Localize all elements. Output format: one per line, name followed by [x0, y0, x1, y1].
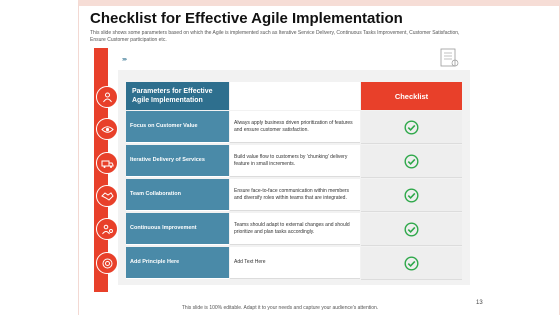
check-cell	[361, 145, 462, 178]
parameter-cell: Iterative Delivery of Services	[126, 145, 229, 177]
page-number: 13	[476, 300, 483, 306]
table-row: Iterative Delivery of Services Build val…	[126, 145, 462, 178]
parameter-cell: Add Principle Here	[126, 247, 229, 279]
description-cell: Always apply business driven prioritizat…	[230, 111, 360, 143]
checklist-document-icon	[440, 48, 459, 67]
description-cell: Add Text Here	[230, 247, 360, 279]
description-cell: Teams should adapt to external changes a…	[230, 213, 360, 245]
chevron-icon: ››››	[122, 57, 127, 63]
header-checklist: Checklist	[361, 82, 462, 110]
team-icon	[96, 86, 118, 108]
check-cell	[361, 247, 462, 280]
slide-title: Checklist for Effective Agile Implementa…	[90, 10, 403, 27]
check-circle-icon	[404, 187, 419, 203]
description-cell: Ensure face-to-face communication within…	[230, 179, 360, 211]
slide: Checklist for Effective Agile Implementa…	[0, 0, 560, 315]
table-row: Team Collaboration Ensure face-to-face c…	[126, 179, 462, 212]
parameter-cell: Continuous Improvement	[126, 213, 229, 245]
header-parameters: Parameters for Effective Agile Implement…	[126, 82, 229, 110]
handshake-icon	[96, 185, 118, 207]
parameter-cell: Team Collaboration	[126, 179, 229, 211]
check-cell	[361, 111, 462, 144]
eye-icon	[96, 118, 118, 140]
check-cell	[361, 213, 462, 246]
parameter-cell: Focus on Customer Value	[126, 111, 229, 143]
person-settings-icon	[96, 218, 118, 240]
check-cell	[361, 179, 462, 212]
slide-description: This slide shows some parameters based o…	[90, 30, 460, 43]
table-row: Continuous Improvement Teams should adap…	[126, 213, 462, 246]
description-cell: Build value flow to customers by 'chunki…	[230, 145, 360, 177]
delivery-truck-icon	[96, 152, 118, 174]
gear-target-icon	[96, 252, 118, 274]
table-row: Focus on Customer Value Always apply bus…	[126, 111, 462, 144]
table-row: Add Principle Here Add Text Here	[126, 247, 462, 280]
check-circle-icon	[404, 221, 419, 237]
header-description	[230, 82, 360, 110]
check-circle-icon	[404, 153, 419, 169]
check-circle-icon	[404, 255, 419, 271]
check-circle-icon	[404, 119, 419, 135]
